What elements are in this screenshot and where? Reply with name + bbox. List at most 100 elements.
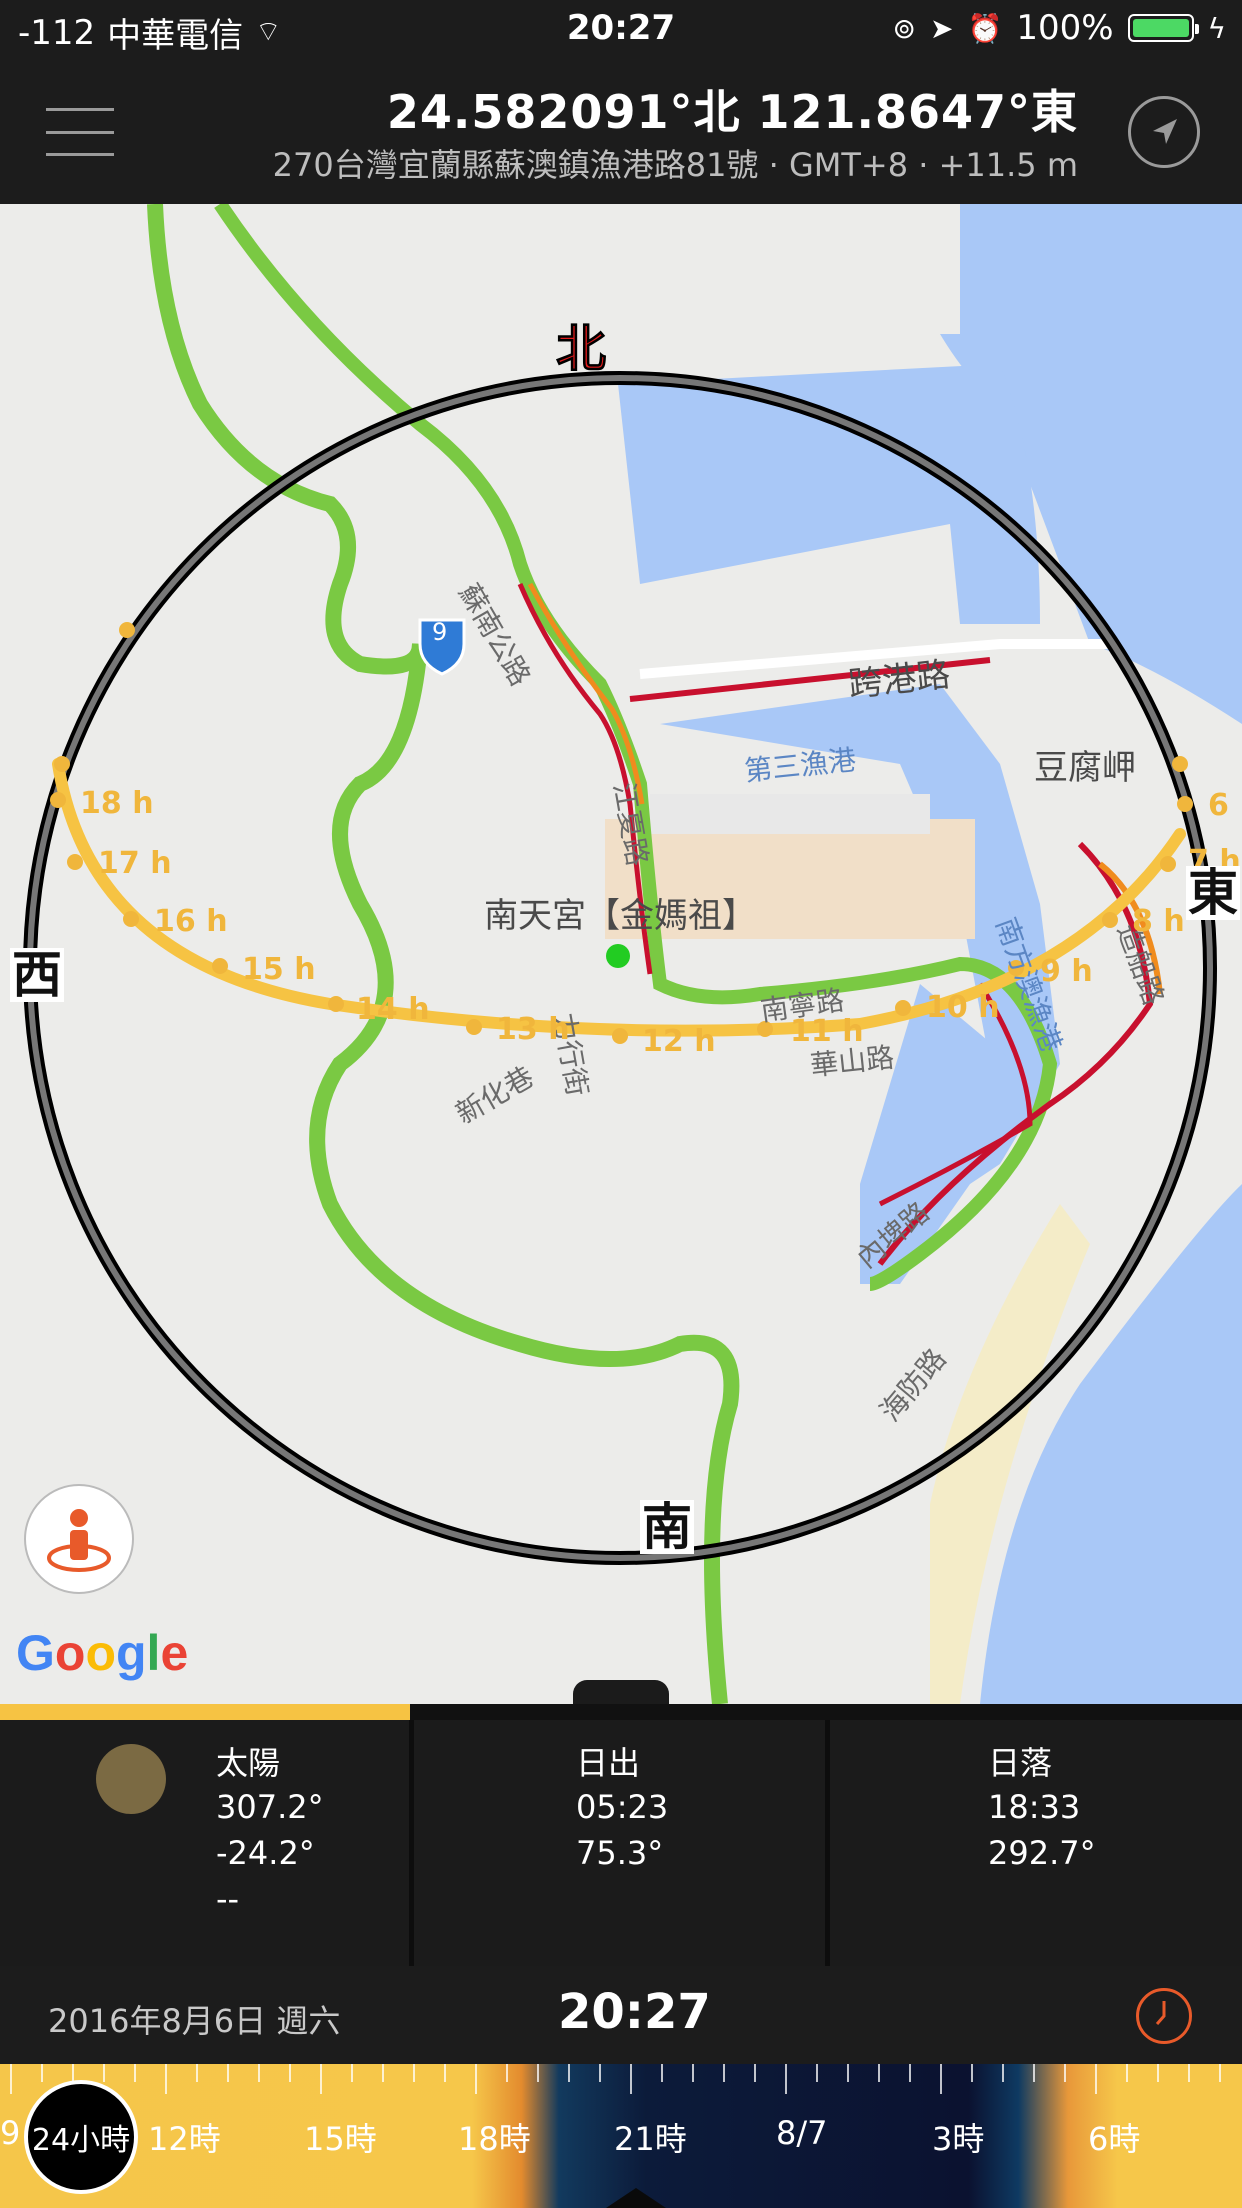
timeline-tick <box>444 2064 446 2082</box>
timeline-tick <box>1219 2064 1221 2082</box>
hour-label-12: 12 h <box>642 1024 716 1059</box>
person-icon <box>47 1509 111 1572</box>
compass-south: 南 <box>640 1498 694 1556</box>
timeline-label-21: 21時 <box>614 2120 687 2158</box>
timeline-label-12: 12時 <box>148 2120 221 2158</box>
sunrise-azimuth: 75.3° <box>576 1834 664 1872</box>
timeline-label-6: 6時 <box>1088 2120 1141 2158</box>
harbor-water-2 <box>660 684 1060 1244</box>
date-text[interactable]: 2016年8月6日 週六 <box>48 1996 340 2042</box>
map-label-doufu-cape: 豆腐岬 <box>1034 748 1136 788</box>
day-progress-fill <box>0 1704 410 1720</box>
timeline-tick <box>878 2064 880 2082</box>
timeline-edge-label: 9 <box>0 2114 21 2152</box>
hour-label-9: 9 h <box>1040 954 1093 989</box>
timeline-tick <box>1064 2064 1066 2082</box>
map-label-nantian-temple: 南天宮【金媽祖】 <box>484 896 756 936</box>
timeline-tick <box>1126 2064 1128 2082</box>
timeline-tick <box>10 2064 12 2094</box>
sun-elevation: -24.2° <box>216 1834 315 1872</box>
hour-label-8: 8 h <box>1132 904 1185 939</box>
24h-toggle-button[interactable]: 24小時 <box>24 2080 138 2194</box>
sunset-azimuth: 292.7° <box>988 1834 1096 1872</box>
sunset-time: 18:33 <box>988 1788 1081 1826</box>
sun-title: 太陽 <box>216 1744 281 1782</box>
hour-label-10: 10 h <box>926 990 1000 1025</box>
google-logo: Google <box>16 1625 189 1681</box>
timeline-tick <box>971 2064 973 2082</box>
address-text: 270台灣宜蘭縣蘇澳鎮漁港路81號 · GMT+8 · +11.5 m <box>272 146 1078 184</box>
sunset-panel[interactable]: 日落 18:33 292.7° <box>830 1720 1242 1966</box>
land-block-2 <box>650 794 930 834</box>
alarm-icon: ⏰ <box>967 11 1003 45</box>
compass-north: 北 <box>556 320 607 378</box>
timeline-tick <box>785 2064 787 2094</box>
compass-west: 西 <box>10 946 64 1004</box>
timeline-label-18: 18時 <box>458 2120 531 2158</box>
sunrise-title: 日出 <box>576 1744 641 1782</box>
timeline-tick <box>630 2064 632 2094</box>
sunrise-time: 05:23 <box>576 1788 669 1826</box>
hour-label-13: 13 h <box>496 1012 570 1047</box>
locate-button[interactable] <box>1128 96 1200 168</box>
timeline-tick <box>72 2064 74 2082</box>
timeline-tick <box>413 2064 415 2082</box>
timeline-tick <box>351 2064 353 2082</box>
clock-icon[interactable] <box>1136 1988 1192 2044</box>
timeline-tick <box>289 2064 291 2082</box>
timeline-tick <box>475 2064 477 2094</box>
sun-azimuth: 307.2° <box>216 1788 324 1826</box>
timeline-tick <box>41 2064 43 2082</box>
hour-label-17: 17 h <box>98 846 172 881</box>
location-arrow-icon: ➤ <box>929 11 954 45</box>
timeline-label-date: 8/7 <box>776 2114 828 2152</box>
rotation-lock-icon: ⊚ <box>892 11 916 45</box>
timeline-tick <box>1033 2064 1035 2082</box>
battery-icon <box>1127 14 1199 42</box>
current-time[interactable]: 20:27 <box>558 1984 711 2040</box>
menu-icon[interactable] <box>46 108 114 156</box>
navigation-arrow-icon <box>1153 119 1177 144</box>
timeline-tick <box>1157 2064 1159 2082</box>
sunrise-panel[interactable]: 日出 05:23 75.3° <box>414 1720 830 1966</box>
date-bar: 2016年8月6日 週六 20:27 <box>0 1966 1242 2064</box>
timeline-tick <box>940 2064 942 2094</box>
battery-percent: 100% <box>1016 8 1114 48</box>
current-location-dot <box>606 944 630 968</box>
sun-panel[interactable]: 太陽 307.2° -24.2° -- <box>0 1720 414 1966</box>
status-bar: -112 中華電信 ⌔ 20:27 ⊚ ➤ ⏰ 100% ϟ <box>0 0 1242 60</box>
person-view-button[interactable] <box>24 1484 134 1594</box>
charging-icon: ϟ <box>1207 11 1226 45</box>
hour-label-11: 11 h <box>790 1014 864 1049</box>
compass-east: 東 <box>1186 864 1240 922</box>
timeline-tick <box>227 2064 229 2082</box>
map-view[interactable]: 9 蘇南公路 跨港路 第三漁港 豆腐岬 江夏路 南天宮【金媽祖】 南寧路 力行街… <box>0 204 1242 1704</box>
sun-extra: -- <box>216 1880 240 1918</box>
timeline-tick <box>382 2064 384 2082</box>
timeline-tick <box>1002 2064 1004 2082</box>
timeline-tick <box>165 2064 167 2094</box>
hour-label-6: 6 <box>1208 788 1229 823</box>
timeline-tick <box>1188 2064 1190 2082</box>
timeline-tick <box>754 2064 756 2082</box>
sunset-title: 日落 <box>988 1744 1053 1782</box>
timeline-tick <box>537 2064 539 2082</box>
timeline-tick <box>196 2064 198 2082</box>
timeline-tick <box>134 2064 136 2082</box>
location-header: 24.582091°北 121.8647°東 270台灣宜蘭縣蘇澳鎮漁港路81號… <box>0 60 1242 204</box>
timeline-tick <box>723 2064 725 2082</box>
timeline-tick <box>909 2064 911 2082</box>
hour-label-16: 16 h <box>154 904 228 939</box>
timeline-tick <box>320 2064 322 2094</box>
timeline-tick <box>661 2064 663 2082</box>
timeline-tick <box>506 2064 508 2082</box>
hour-label-18: 18 h <box>80 786 154 821</box>
time-scrubber[interactable]: 9 12時 15時 18時 21時 8/7 3時 6時 24小時 <box>0 2064 1242 2208</box>
battery-fill <box>1132 19 1189 37</box>
timeline-tick <box>599 2064 601 2082</box>
timeline-tick <box>847 2064 849 2082</box>
timeline-tick <box>568 2064 570 2082</box>
coordinates-text: 24.582091°北 121.8647°東 <box>386 85 1078 139</box>
timeline-tick <box>103 2064 105 2082</box>
timeline-label-3: 3時 <box>932 2120 985 2158</box>
